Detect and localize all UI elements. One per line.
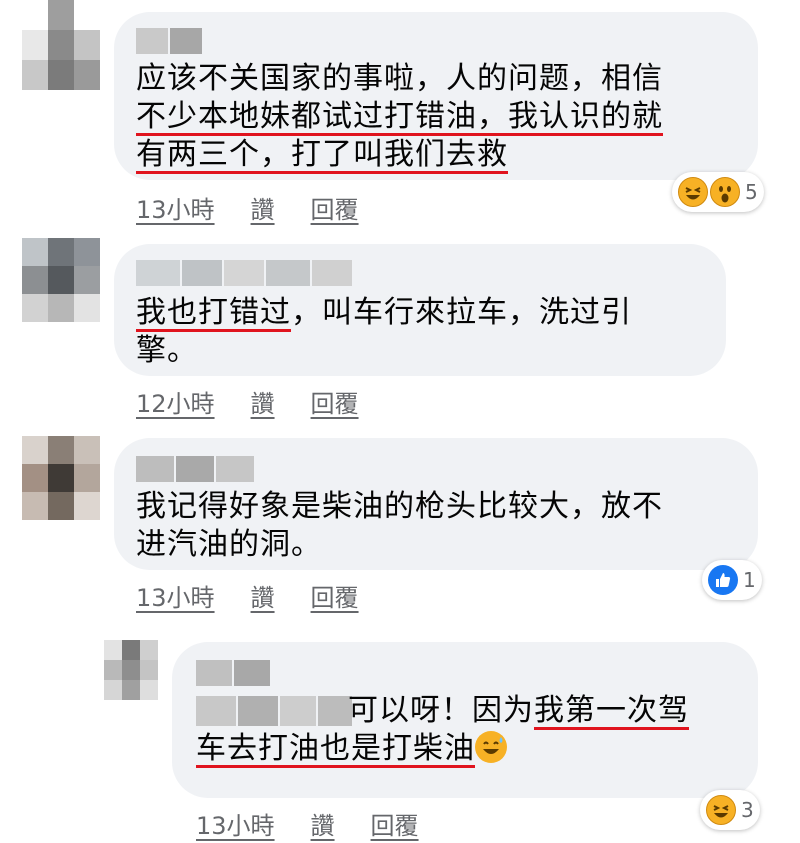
comment-line: 进汽油的洞。 (136, 526, 663, 564)
comment-text-segment: 我第一次驾 (534, 693, 689, 728)
reply-button[interactable]: 回覆 (311, 190, 359, 225)
like-button[interactable]: 讚 (251, 190, 275, 225)
timestamp-link[interactable]: 13小時 (136, 190, 215, 225)
comment-line: 有两三个，打了叫我们去救 (136, 136, 663, 174)
timestamp-link[interactable]: 13小時 (136, 578, 215, 613)
comment-line: 应该不关国家的事啦，人的问题，相信 (136, 60, 663, 98)
reaction-summary[interactable]: 5 (672, 172, 764, 212)
reply-button[interactable]: 回覆 (311, 384, 359, 419)
comment-line: 可以呀！因为我第一次驾 (196, 692, 689, 730)
comment-text-segment: 不少本地妹都试过打错油，我认识的就 (136, 99, 663, 134)
laughing-icon (678, 177, 708, 207)
laughing-icon (706, 795, 736, 825)
avatar[interactable] (22, 436, 100, 520)
comment-text-segment: 可以呀！因为 (348, 693, 534, 728)
avatar[interactable] (22, 0, 100, 90)
comment-text: 可以呀！因为我第一次驾 车去打油也是打柴油 (196, 692, 689, 768)
timestamp-link[interactable]: 12小時 (136, 384, 215, 419)
comment-actions: 13小時 讚 回覆 (136, 190, 359, 225)
comment-text-segment: ，叫车行來拉车，洗过引 (291, 295, 632, 330)
avatar[interactable] (22, 238, 100, 322)
comment-text-segment: 进汽油的洞。 (136, 527, 322, 562)
comment-text-segment: 有两三个，打了叫我们去救 (136, 137, 508, 172)
comment-text-segment: 我也打错过 (136, 295, 291, 330)
comment-text: 我记得好象是柴油的枪头比较大，放不 进汽油的洞。 (136, 488, 663, 564)
reply-button[interactable]: 回覆 (311, 578, 359, 613)
comment-text: 我也打错过，叫车行來拉车，洗过引 擎。 (136, 294, 632, 370)
like-button[interactable]: 讚 (251, 578, 275, 613)
avatar[interactable] (104, 640, 158, 700)
reaction-count: 1 (743, 568, 756, 592)
comment-text-segment: 我记得好象是柴油的枪头比较大，放不 (136, 489, 663, 524)
commenter-name-blurred[interactable] (136, 260, 352, 286)
comment-line: 不少本地妹都试过打错油，我认识的就 (136, 98, 663, 136)
comment-text-segment: 擎。 (136, 333, 198, 368)
reaction-count: 5 (745, 180, 758, 204)
like-button[interactable]: 讚 (311, 806, 335, 841)
comment-text: 应该不关国家的事啦，人的问题，相信 不少本地妹都试过打错油，我认识的就 有两三个… (136, 60, 663, 174)
commenter-name-blurred[interactable] (136, 28, 202, 54)
comment-actions: 13小時 讚 回覆 (136, 578, 359, 613)
wow-icon (710, 177, 740, 207)
timestamp-link[interactable]: 13小時 (196, 806, 275, 841)
reaction-summary[interactable]: 1 (702, 560, 762, 600)
like-button[interactable]: 讚 (251, 384, 275, 419)
reaction-summary[interactable]: 3 (700, 790, 760, 830)
reply-button[interactable]: 回覆 (371, 806, 419, 841)
commenter-name-blurred[interactable] (136, 456, 254, 482)
comment-line: 我记得好象是柴油的枪头比较大，放不 (136, 488, 663, 526)
comment-actions: 12小時 讚 回覆 (136, 384, 359, 419)
comment-text-segment: 车去打油也是打柴油 (196, 731, 475, 766)
like-icon (708, 565, 738, 595)
commenter-name-blurred[interactable] (196, 660, 270, 686)
sweat-smile-emoji-icon (475, 731, 507, 763)
comment-line: 擎。 (136, 332, 632, 370)
comment-actions: 13小時 讚 回覆 (196, 806, 419, 841)
comment-line: 我也打错过，叫车行來拉车，洗过引 (136, 294, 632, 332)
reaction-count: 3 (741, 798, 754, 822)
comment-text-segment: 应该不关国家的事啦，人的问题，相信 (136, 61, 663, 96)
comment-line: 车去打油也是打柴油 (196, 730, 689, 768)
